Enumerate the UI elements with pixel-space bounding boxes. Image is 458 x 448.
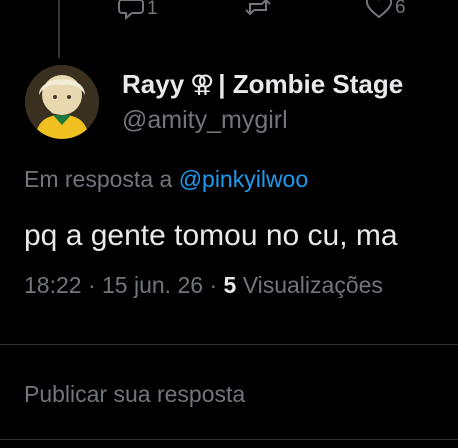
reply-mention-link[interactable]: @pinkyilwoo [179,166,308,192]
display-name[interactable]: Rayy ⚢ | Zombie Stage [122,69,403,100]
tweet-header: Rayy ⚢ | Zombie Stage @amity_mygirl [122,69,403,135]
reply-icon [118,0,144,24]
user-handle[interactable]: @amity_mygirl [122,106,403,135]
divider [0,344,458,345]
views-count: 5 [223,272,237,298]
reply-count: 1 [147,0,158,19]
avatar-image [25,65,99,139]
like-button[interactable]: 6 [366,0,406,22]
meta-separator: · [87,272,103,298]
heart-icon [366,0,392,22]
like-count: 6 [395,0,406,18]
display-name-text: Rayy [122,69,185,99]
meta-separator: · [209,272,224,298]
views-label: Visualizações [242,272,383,298]
tweet-text: pq a gente tomou no cu, ma [24,219,398,252]
reply-context-prefix: Em resposta a [24,166,173,192]
reply-button[interactable]: 1 [118,0,158,24]
name-symbol: ⚢ [190,71,215,98]
tweet-date[interactable]: 15 jun. 26 [102,272,203,298]
retweet-icon [244,0,272,22]
retweet-button[interactable] [244,0,275,22]
previous-tweet-actions: 1 6 [0,0,458,26]
divider [0,439,458,440]
reply-context: Em resposta a @pinkyilwoo [24,166,308,193]
reply-composer-input[interactable]: Publicar sua resposta [24,381,245,408]
avatar[interactable] [25,65,99,139]
tweet-meta: 18:22 · 15 jun. 26 · 5 Visualizações [24,272,383,299]
tweet-time[interactable]: 18:22 [24,272,82,298]
display-name-suffix: | Zombie Stage [218,69,404,99]
